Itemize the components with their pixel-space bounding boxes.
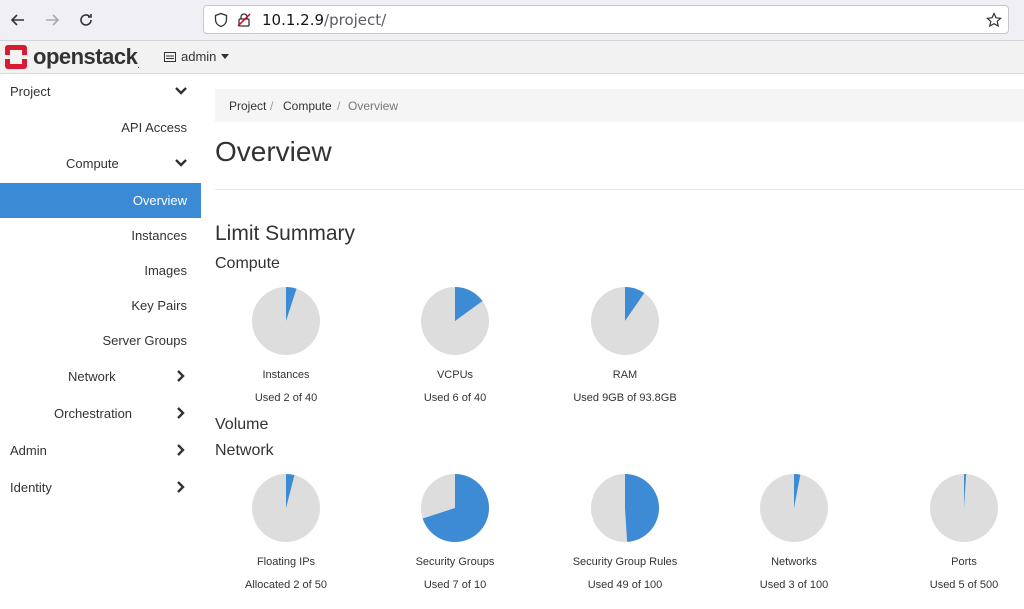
sidebar-item-images[interactable]: Images xyxy=(0,253,201,288)
pie-svg xyxy=(591,287,659,355)
pie-chart-security-group-rules: Security Group Rules Used 49 of 100 xyxy=(555,472,695,591)
divider xyxy=(215,189,1024,190)
sidebar-item-label: Key Pairs xyxy=(131,298,187,313)
pie-label: Floating IPs xyxy=(256,556,316,568)
shield-icon[interactable] xyxy=(213,12,229,28)
project-list-icon xyxy=(164,51,176,62)
openstack-logo[interactable]: openstack. xyxy=(5,44,140,70)
caret-down-icon xyxy=(221,53,230,59)
sidebar-item-label: Orchestration xyxy=(54,406,133,421)
url-text[interactable]: 10.1.2.9/project/ xyxy=(262,11,386,29)
pie-svg xyxy=(252,474,320,542)
sidebar-item-network[interactable]: Network xyxy=(0,359,201,394)
sidebar-item-project[interactable]: Project xyxy=(0,74,201,109)
browser-toolbar: 10.1.2.9/project/ xyxy=(0,0,1024,41)
sidebar-item-identity[interactable]: Identity xyxy=(0,470,201,505)
pie-label: Ports xyxy=(951,556,977,568)
pie-chart-networks: Networks Used 3 of 100 xyxy=(724,472,864,591)
reload-icon[interactable] xyxy=(75,9,97,31)
pie-usage-text: Used 9GB of 93.8GB xyxy=(573,392,677,404)
url-bar[interactable]: 10.1.2.9/project/ xyxy=(203,5,1009,34)
chevron-right-icon xyxy=(177,370,185,382)
pie-chart-vcpus: VCPUs Used 6 of 40 xyxy=(385,285,525,404)
pie-usage-text: Used 3 of 100 xyxy=(759,579,829,591)
forward-arrow-icon[interactable] xyxy=(41,9,63,31)
pie-chart-security-groups: Security Groups Used 7 of 10 xyxy=(385,472,525,591)
breadcrumb-project[interactable]: Project xyxy=(229,99,266,113)
sidebar-item-compute[interactable]: Compute xyxy=(0,146,201,181)
insecure-lock-icon[interactable] xyxy=(236,12,252,28)
volume-heading: Volume xyxy=(215,416,269,433)
chevron-down-icon xyxy=(175,159,187,167)
breadcrumb-separator: / xyxy=(337,99,341,113)
pie-label: RAM xyxy=(612,369,638,381)
sidebar-item-label: Admin xyxy=(10,443,47,458)
pie-used-slice xyxy=(625,474,659,542)
network-heading: Network xyxy=(215,442,274,459)
pie-label: Instances xyxy=(262,369,310,381)
pie-usage-text: Used 2 of 40 xyxy=(254,392,318,404)
pie-usage-text: Used 6 of 40 xyxy=(423,392,487,404)
pie-svg xyxy=(421,474,489,542)
pie-chart-ports: Ports Used 5 of 500 xyxy=(894,472,1024,591)
chevron-right-icon xyxy=(177,481,185,493)
project-dropdown[interactable]: admin xyxy=(164,49,230,64)
breadcrumb: Project / Compute / Overview xyxy=(215,89,1024,122)
bookmark-star-icon[interactable] xyxy=(986,12,1002,28)
sidebar-item-api-access[interactable]: API Access xyxy=(0,110,201,145)
pie-svg xyxy=(930,474,998,542)
sidebar-nav: Project API Access Compute Overview Instance… xyxy=(0,74,201,609)
sidebar-item-label: Instances xyxy=(131,228,187,243)
pie-label: Security Groups xyxy=(415,556,495,568)
chevron-right-icon xyxy=(177,407,185,419)
sidebar-item-instances[interactable]: Instances xyxy=(0,218,201,253)
pie-svg xyxy=(421,287,489,355)
pie-usage-text: Allocated 2 of 50 xyxy=(245,579,327,591)
sidebar-item-label: Compute xyxy=(66,156,119,171)
sidebar-item-label: Project xyxy=(10,84,51,99)
pie-svg xyxy=(591,474,659,542)
sidebar-item-label: Identity xyxy=(10,480,52,495)
page-title: Overview xyxy=(215,136,332,167)
sidebar-item-orchestration[interactable]: Orchestration xyxy=(0,396,201,431)
app-header: openstack. admin xyxy=(0,41,1024,74)
breadcrumb-separator: / xyxy=(270,99,274,113)
logo-text: openstack. xyxy=(33,44,140,70)
openstack-logo-icon xyxy=(5,45,27,69)
compute-heading: Compute xyxy=(215,255,280,272)
sidebar-item-label: Overview xyxy=(132,193,187,208)
pie-chart-instances: Instances Used 2 of 40 xyxy=(216,285,356,404)
pie-svg xyxy=(252,287,320,355)
pie-chart-floating-ips: Floating IPs Allocated 2 of 50 xyxy=(216,472,356,591)
sidebar-item-label: Images xyxy=(144,263,187,278)
pie-label: VCPUs xyxy=(436,369,474,381)
pie-usage-text: Used 5 of 500 xyxy=(929,579,999,591)
limit-summary-heading: Limit Summary xyxy=(215,222,356,245)
sidebar-item-label: Network xyxy=(68,369,116,384)
breadcrumb-overview: Overview xyxy=(348,99,399,113)
chevron-right-icon xyxy=(177,444,185,456)
pie-usage-text: Used 49 of 100 xyxy=(587,579,663,591)
chevron-down-icon xyxy=(175,87,187,95)
pie-label: Networks xyxy=(771,556,817,568)
pie-label: Security Group Rules xyxy=(572,556,678,568)
breadcrumb-compute[interactable]: Compute xyxy=(283,99,332,113)
sidebar-item-server-groups[interactable]: Server Groups xyxy=(0,323,201,358)
back-arrow-icon[interactable] xyxy=(7,9,29,31)
pie-chart-ram: RAM Used 9GB of 93.8GB xyxy=(555,285,695,404)
sidebar-item-admin[interactable]: Admin xyxy=(0,433,201,468)
pie-usage-text: Used 7 of 10 xyxy=(423,579,487,591)
sidebar-item-label: Server Groups xyxy=(102,333,187,348)
sidebar-item-overview[interactable]: Overview xyxy=(0,183,201,218)
sidebar-item-label: API Access xyxy=(121,120,187,135)
project-dropdown-label: admin xyxy=(181,49,217,64)
pie-svg xyxy=(760,474,828,542)
sidebar-item-key-pairs[interactable]: Key Pairs xyxy=(0,288,201,323)
